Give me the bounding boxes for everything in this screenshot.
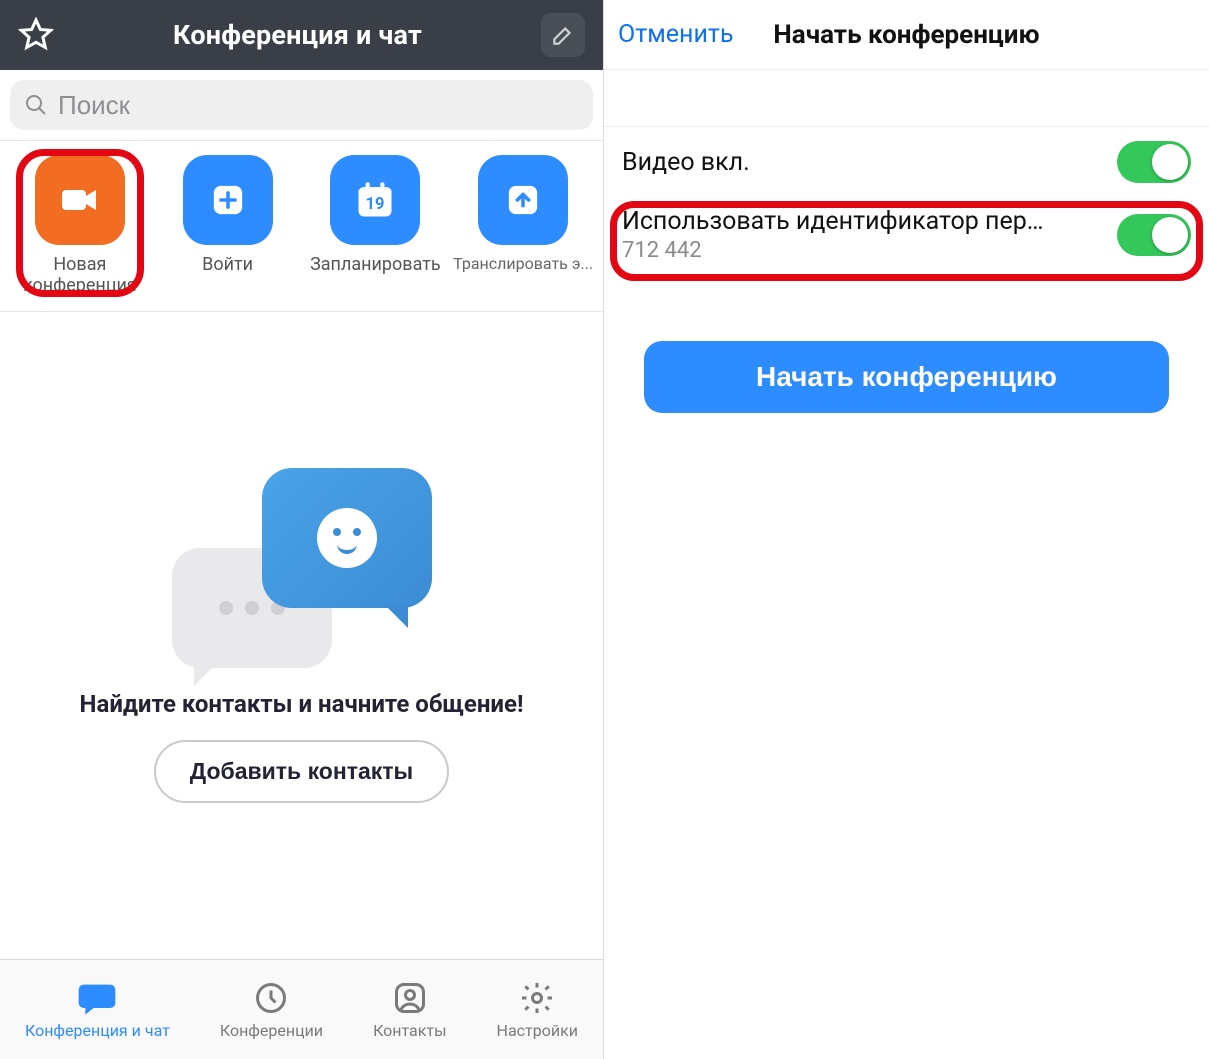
setting-label: Видео вкл.: [622, 148, 750, 177]
chat-illustration: [172, 468, 432, 668]
tab-contacts[interactable]: Контакты: [373, 979, 446, 1040]
tab-label: Контакты: [373, 1021, 446, 1040]
search-field[interactable]: [58, 90, 579, 121]
empty-title: Найдите контакты и начните общение!: [80, 690, 524, 718]
action-share-screen[interactable]: Транслировать э...: [451, 155, 595, 297]
chat-bubble-icon: [77, 979, 117, 1017]
empty-state: Найдите контакты и начните общение! Доба…: [0, 312, 603, 959]
setting-label: Использовать идентификатор перс...: [622, 207, 1052, 236]
star-icon[interactable]: [18, 17, 54, 53]
action-schedule[interactable]: 19 Запланировать: [304, 155, 448, 297]
tab-meetings[interactable]: Конференции: [220, 979, 323, 1040]
settings-list: Видео вкл. Использовать идентификатор пе…: [604, 126, 1209, 281]
action-row: Новая конференция Войти 19 Запланировать…: [0, 141, 603, 312]
tab-label: Конференция и чат: [25, 1021, 170, 1040]
start-button-wrap: Начать конференцию: [604, 281, 1209, 413]
share-icon: [478, 155, 568, 245]
tab-label: Настройки: [497, 1021, 578, 1040]
search-wrap: [0, 70, 603, 141]
toggle-use-pmi[interactable]: [1117, 214, 1191, 256]
start-meeting-button[interactable]: Начать конференцию: [644, 341, 1169, 413]
left-header: Конференция и чат: [0, 0, 603, 70]
clock-icon: [253, 979, 289, 1017]
right-header: Отменить Начать конференцию: [604, 0, 1209, 70]
contacts-icon: [392, 979, 428, 1017]
page-title: Конференция и чат: [173, 19, 422, 51]
setting-video-on: Видео вкл.: [604, 127, 1209, 197]
tab-label: Конференции: [220, 1021, 323, 1040]
action-label: Запланировать: [310, 255, 441, 297]
action-new-meeting[interactable]: Новая конференция: [8, 155, 152, 297]
pmi-value: 712 442: [622, 238, 1052, 263]
svg-text:19: 19: [366, 195, 385, 214]
modal-title: Начать конференцию: [773, 20, 1039, 50]
pane-conference-chat: Конференция и чат Новая конференция Войт…: [0, 0, 604, 1059]
action-label: Войти: [202, 255, 253, 297]
setting-use-pmi: Использовать идентификатор перс... 712 4…: [604, 197, 1209, 281]
plus-icon: [183, 155, 273, 245]
video-icon: [35, 155, 125, 245]
search-input[interactable]: [10, 80, 593, 130]
action-label: Новая конференция: [23, 255, 137, 297]
toggle-video-on[interactable]: [1117, 141, 1191, 183]
gear-icon: [519, 979, 555, 1017]
action-label: Транслировать э...: [453, 255, 593, 297]
add-contacts-button[interactable]: Добавить контакты: [154, 740, 449, 803]
search-icon: [24, 93, 48, 117]
cancel-button[interactable]: Отменить: [618, 20, 733, 49]
tab-chat[interactable]: Конференция и чат: [25, 979, 170, 1040]
tab-bar: Конференция и чат Конференции Контакты Н…: [0, 959, 603, 1059]
action-join[interactable]: Войти: [156, 155, 300, 297]
pane-start-meeting: Отменить Начать конференцию Видео вкл. И…: [604, 0, 1209, 1059]
calendar-icon: 19: [330, 155, 420, 245]
tab-settings[interactable]: Настройки: [497, 979, 578, 1040]
compose-icon[interactable]: [541, 13, 585, 57]
